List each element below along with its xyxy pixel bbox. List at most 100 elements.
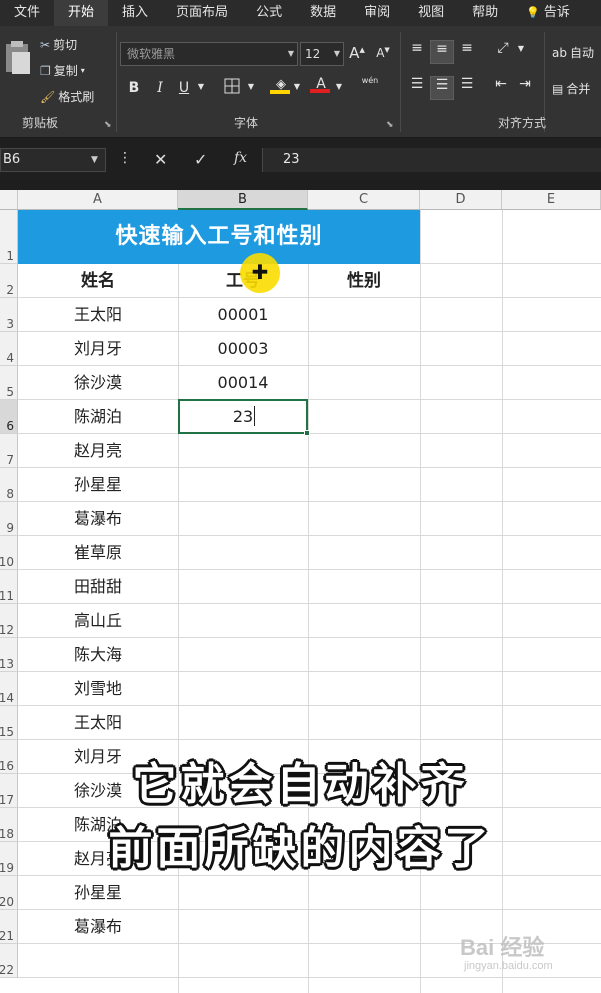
row-header-13[interactable]: 13 [0, 638, 18, 672]
bold-button[interactable]: B [126, 80, 142, 96]
row-header-14[interactable]: 14 [0, 672, 18, 706]
row-header-10[interactable]: 10 [0, 536, 18, 570]
header-cell-gender[interactable]: 性别 [308, 264, 420, 298]
name-cell[interactable]: 葛瀑布 [18, 910, 178, 944]
italic-button[interactable]: I [152, 80, 168, 96]
grow-font-button[interactable]: A▲ [348, 44, 366, 62]
tab-6[interactable]: 审阅 [350, 0, 404, 26]
shrink-font-button[interactable]: A▼ [374, 46, 392, 60]
chevron-down-icon[interactable]: ▼ [292, 82, 302, 91]
chevron-down-icon[interactable]: ▼ [334, 82, 344, 91]
font-dialog-launcher-icon[interactable]: ⬊ [386, 120, 394, 130]
formula-input[interactable]: 23 [262, 148, 601, 172]
align-middle-icon: ≡ [436, 41, 448, 57]
chevron-down-icon[interactable]: ▼ [516, 44, 526, 53]
row-header-11[interactable]: 11 [0, 570, 18, 604]
name-cell[interactable]: 田甜甜 [18, 570, 178, 604]
header-cell-name[interactable]: 姓名 [18, 264, 178, 298]
row-header-1[interactable]: 1 [0, 210, 18, 264]
row-header-6[interactable]: 6 [0, 400, 18, 434]
active-cell-b6[interactable] [178, 399, 308, 434]
paint-bucket-icon: ◈ [276, 77, 286, 92]
phonetic-guide-button[interactable]: wén [358, 76, 382, 85]
column-header-a[interactable]: A [18, 190, 178, 210]
row-header-20[interactable]: 20 [0, 876, 18, 910]
column-header-d[interactable]: D [420, 190, 502, 210]
chevron-down-icon: ▾ [80, 66, 85, 75]
name-box[interactable]: B6 ▼ [0, 148, 106, 172]
row-header-21[interactable]: 21 [0, 910, 18, 944]
align-center-button[interactable]: ☰ [430, 76, 454, 100]
name-cell[interactable]: 孙星星 [18, 468, 178, 502]
tell-me-search[interactable]: 💡 告诉 [512, 0, 584, 26]
column-header-c[interactable]: C [308, 190, 420, 210]
name-cell[interactable]: 王太阳 [18, 706, 178, 740]
tab-4[interactable]: 公式 [242, 0, 296, 26]
tab-8[interactable]: 帮助 [458, 0, 512, 26]
chevron-down-icon[interactable]: ▼ [246, 82, 256, 91]
borders-button[interactable] [222, 78, 242, 98]
chevron-down-icon[interactable]: ▼ [196, 82, 206, 91]
column-header-e[interactable]: E [502, 190, 601, 210]
wrap-text-label: 自动 [569, 46, 594, 60]
name-cell[interactable]: 崔草原 [18, 536, 178, 570]
tab-0[interactable]: 文件 [0, 0, 54, 26]
name-cell[interactable]: 葛瀑布 [18, 502, 178, 536]
row-header-22[interactable]: 22 [0, 944, 18, 978]
tab-3[interactable]: 页面布局 [162, 0, 242, 26]
tab-5[interactable]: 数据 [296, 0, 350, 26]
id-cell[interactable]: 00001 [178, 298, 308, 332]
align-left-button[interactable]: ☰ [406, 76, 428, 98]
column-header-b[interactable]: B [178, 190, 308, 210]
font-color-button[interactable]: A [310, 76, 332, 93]
row-header-8[interactable]: 8 [0, 468, 18, 502]
cut-button[interactable]: ✂ 剪切 [40, 36, 77, 53]
align-top-button[interactable]: ≡ [406, 40, 428, 62]
name-cell[interactable]: 高山丘 [18, 604, 178, 638]
merge-center-button[interactable]: ▤ 合并 [552, 80, 590, 97]
wrap-text-button[interactable]: ab 自动 [552, 44, 594, 61]
name-cell[interactable]: 陈大海 [18, 638, 178, 672]
font-name-select[interactable]: 微软雅黑 ▼ [120, 42, 298, 66]
fill-color-button[interactable]: ◈ [270, 76, 292, 94]
align-middle-button[interactable]: ≡ [430, 40, 454, 64]
paste-button[interactable] [2, 38, 32, 78]
row-header-5[interactable]: 5 [0, 366, 18, 400]
row-header-2[interactable]: 2 [0, 264, 18, 298]
tab-2[interactable]: 插入 [108, 0, 162, 26]
row-header-12[interactable]: 12 [0, 604, 18, 638]
align-bottom-button[interactable]: ≡ [456, 40, 478, 62]
format-painter-button[interactable]: 🖌 格式刷 [40, 88, 94, 105]
insert-function-button[interactable]: fx [234, 150, 247, 166]
underline-button[interactable]: U [176, 80, 192, 96]
name-cell[interactable]: 王太阳 [18, 298, 178, 332]
font-size-select[interactable]: 12 ▼ [300, 42, 344, 66]
tab-7[interactable]: 视图 [404, 0, 458, 26]
id-cell[interactable]: 00014 [178, 366, 308, 400]
sheet-title-banner[interactable]: 快速输入工号和性别 [18, 210, 420, 264]
name-cell[interactable]: 刘月牙 [18, 332, 178, 366]
font-size-value: 12 [305, 47, 321, 61]
fill-handle[interactable] [304, 430, 310, 436]
row-header-4[interactable]: 4 [0, 332, 18, 366]
name-cell[interactable]: 孙星星 [18, 876, 178, 910]
copy-button[interactable]: ❐ 复制 ▾ [40, 62, 85, 79]
orientation-button[interactable]: ⤢ [492, 40, 514, 62]
name-cell[interactable]: 刘雪地 [18, 672, 178, 706]
clipboard-dialog-launcher-icon[interactable]: ⬊ [104, 120, 112, 130]
tab-1[interactable]: 开始 [54, 0, 109, 26]
cancel-entry-button[interactable]: ✕ [154, 150, 167, 169]
row-header-3[interactable]: 3 [0, 298, 18, 332]
confirm-entry-button[interactable]: ✓ [194, 150, 207, 169]
decrease-indent-button[interactable]: ⇤ [490, 76, 512, 98]
name-cell[interactable]: 徐沙漠 [18, 366, 178, 400]
id-cell[interactable]: 00003 [178, 332, 308, 366]
select-all-corner[interactable] [0, 190, 18, 210]
name-cell[interactable]: 陈湖泊 [18, 400, 178, 434]
row-header-9[interactable]: 9 [0, 502, 18, 536]
align-right-button[interactable]: ☰ [456, 76, 478, 98]
row-header-7[interactable]: 7 [0, 434, 18, 468]
increase-indent-button[interactable]: ⇥ [514, 76, 536, 98]
row-header-15[interactable]: 15 [0, 706, 18, 740]
name-cell[interactable]: 赵月亮 [18, 434, 178, 468]
